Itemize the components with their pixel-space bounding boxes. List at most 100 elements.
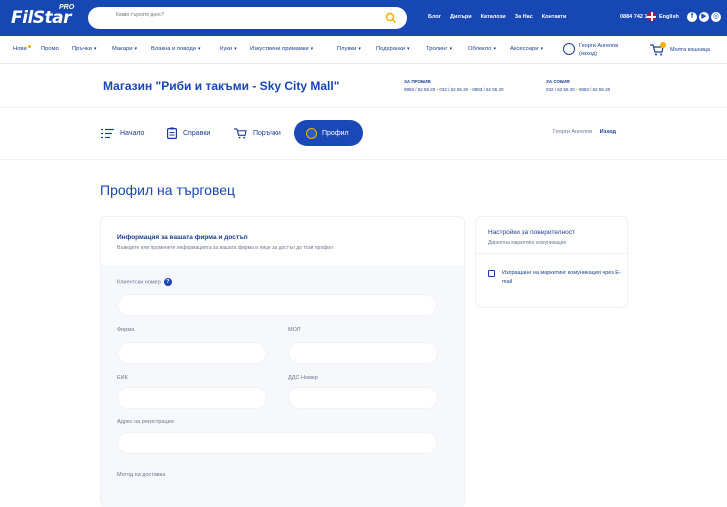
nav-label: Тролинг (426, 46, 448, 52)
logout-link[interactable]: Изход (600, 129, 616, 135)
youtube-icon[interactable]: ▶ (699, 12, 709, 22)
nav-label: Влакна и поводи (151, 46, 196, 52)
nav-label: Подхранки (376, 46, 405, 52)
tab-label: Справки (183, 129, 211, 137)
tab-user-name: Георги Ангелов (553, 129, 593, 135)
nav-label: Макари (112, 46, 133, 52)
label-text: Клиентски номер (117, 279, 161, 286)
nav-item-new[interactable]: Нови (13, 46, 27, 52)
mol-field[interactable] (288, 342, 438, 364)
client-number-field[interactable] (117, 294, 437, 316)
logout-link[interactable]: (изход) (579, 51, 597, 57)
instagram-icon[interactable]: ◎ (711, 12, 721, 22)
nav-item-groundbait[interactable]: Подхранки ▾ (376, 46, 409, 52)
search-input[interactable] (116, 12, 376, 18)
store-title: Магазин "Риби и такъми - Sky City Mall" (103, 79, 340, 93)
phone[interactable]: 0893 / 62 55 20 (472, 87, 503, 92)
chevron-down-icon: ▾ (358, 46, 361, 52)
search-icon[interactable] (385, 12, 397, 24)
marketing-email-option[interactable]: Изпращане на маркетинг комуникация чрез … (488, 269, 622, 287)
vat-field[interactable] (288, 387, 438, 409)
top-link-about[interactable]: За Нас (515, 14, 533, 20)
card-subtitle: Директна маркетинг комуникация (488, 240, 567, 246)
chevron-down-icon: ▾ (198, 46, 201, 52)
card-header: Информация за вашата фирма и достъп Въве… (117, 234, 333, 251)
card-header: Настройки за поверителност Директна марк… (488, 229, 575, 246)
nav-item-reels[interactable]: Макари ▾ (112, 46, 137, 52)
chevron-down-icon: ▾ (493, 46, 496, 52)
logo[interactable]: FilStar PRO (11, 4, 75, 30)
logo-badge: PRO (59, 4, 75, 11)
nav-item-promo[interactable]: Промо (41, 46, 59, 52)
user-icon (306, 127, 317, 139)
language-switch[interactable]: English (647, 12, 679, 21)
top-bar: FilStar PRO Блог Дилъри Каталози За Нас … (0, 0, 727, 36)
chevron-down-icon: ▾ (310, 46, 314, 52)
fishing-label: ЗА ПРОБИВ (404, 79, 431, 84)
cart-label: Моята кошница (670, 47, 710, 53)
nav-item-rods[interactable]: Пръчки ▾ (72, 46, 96, 52)
card-subtitle: Въведете или променете информацията за в… (117, 245, 333, 251)
tab-profile[interactable]: Профил (294, 120, 363, 146)
sales-label: ЗА СОБИЯ (546, 79, 570, 84)
cart-badge (660, 42, 666, 48)
nav-label: Пръчки (72, 46, 92, 52)
client-number-label: Клиентски номер? (117, 278, 172, 286)
nav-item-hooks[interactable]: Куки ▾ (220, 46, 237, 52)
top-link-catalogs[interactable]: Каталози (481, 14, 506, 20)
top-link-contacts[interactable]: Контакти (542, 14, 567, 20)
tab-reports[interactable]: Справки (167, 120, 210, 146)
phone[interactable]: 032 / 62 55 20 (546, 87, 575, 92)
nav-item-lines[interactable]: Влакна и поводи ▾ (151, 46, 201, 52)
top-link-dealers[interactable]: Дилъри (450, 14, 472, 20)
logo-text: FilStar (11, 8, 72, 28)
nav-label: Промо (41, 46, 59, 52)
tab-label: Профил (322, 129, 349, 137)
facebook-icon[interactable]: f (687, 12, 697, 22)
address-field[interactable] (117, 432, 437, 454)
new-indicator-dot (28, 45, 31, 48)
marketing-email-checkbox[interactable] (488, 270, 495, 277)
nav-item-clothing[interactable]: Облекло ▾ (468, 46, 496, 52)
privacy-settings-card: Настройки за поверителност Директна марк… (475, 216, 628, 308)
nav-item-accessories[interactable]: Аксесоари ▾ (510, 46, 543, 52)
store-bar: Магазин "Риби и такъми - Sky City Mall" … (0, 64, 727, 108)
chevron-down-icon: ▾ (234, 46, 237, 52)
company-field[interactable] (117, 342, 267, 364)
uk-flag-icon (647, 12, 656, 21)
top-links: Блог Дилъри Каталози За Нас Контакти (428, 14, 575, 20)
language-label: English (659, 13, 679, 20)
nav-item-lures[interactable]: Изкуствени примамки ▾ (250, 46, 313, 52)
social-links: f ▶ ◎ (687, 12, 721, 22)
fishing-contacts: ЗА ПРОБИВ 0893 / 62 55 20 • 032 / 62 55 … (404, 79, 504, 92)
tab-orders[interactable]: Поръчки (234, 120, 281, 146)
phone[interactable]: 0893 / 62 55 20 (579, 87, 610, 92)
eik-label: ЕИК (117, 375, 128, 381)
checkbox-label: Изпращане на маркетинг комуникация чрез … (502, 270, 621, 285)
user-name: Георги Ангелов (579, 43, 619, 49)
delivery-label: Метод на доставка (117, 472, 166, 478)
tab-label: Поръчки (253, 129, 281, 137)
nav-label: Нови (13, 46, 27, 52)
company-label: Фирма (117, 327, 135, 333)
eik-field[interactable] (117, 387, 267, 409)
chevron-down-icon: ▾ (134, 46, 137, 52)
phone[interactable]: 0893 / 62 55 20 (404, 87, 435, 92)
nav-item-floats[interactable]: Плувки ▾ (337, 46, 361, 52)
divider (476, 253, 627, 254)
cart-icon (234, 127, 247, 139)
tab-home[interactable]: Начало (101, 120, 144, 146)
list-icon (101, 128, 114, 138)
sales-contacts: ЗА СОБИЯ 032 / 62 55 20 • 0893 / 62 55 2… (546, 79, 610, 92)
top-link-blog[interactable]: Блог (428, 14, 441, 20)
address-label: Адрес на регистрация (117, 419, 174, 425)
nav-label: Аксесоари (510, 46, 539, 52)
nav-label: Облекло (468, 46, 492, 52)
nav-item-trolling[interactable]: Тролинг ▾ (426, 46, 452, 52)
company-info-card: Информация за вашата фирма и достъп Въве… (100, 216, 465, 507)
clipboard-icon (167, 127, 177, 139)
phone[interactable]: 032 / 62 55 20 (439, 87, 468, 92)
mol-label: МОЛ (288, 327, 301, 333)
help-icon[interactable]: ? (163, 278, 172, 286)
chevron-down-icon: ▾ (93, 46, 97, 52)
